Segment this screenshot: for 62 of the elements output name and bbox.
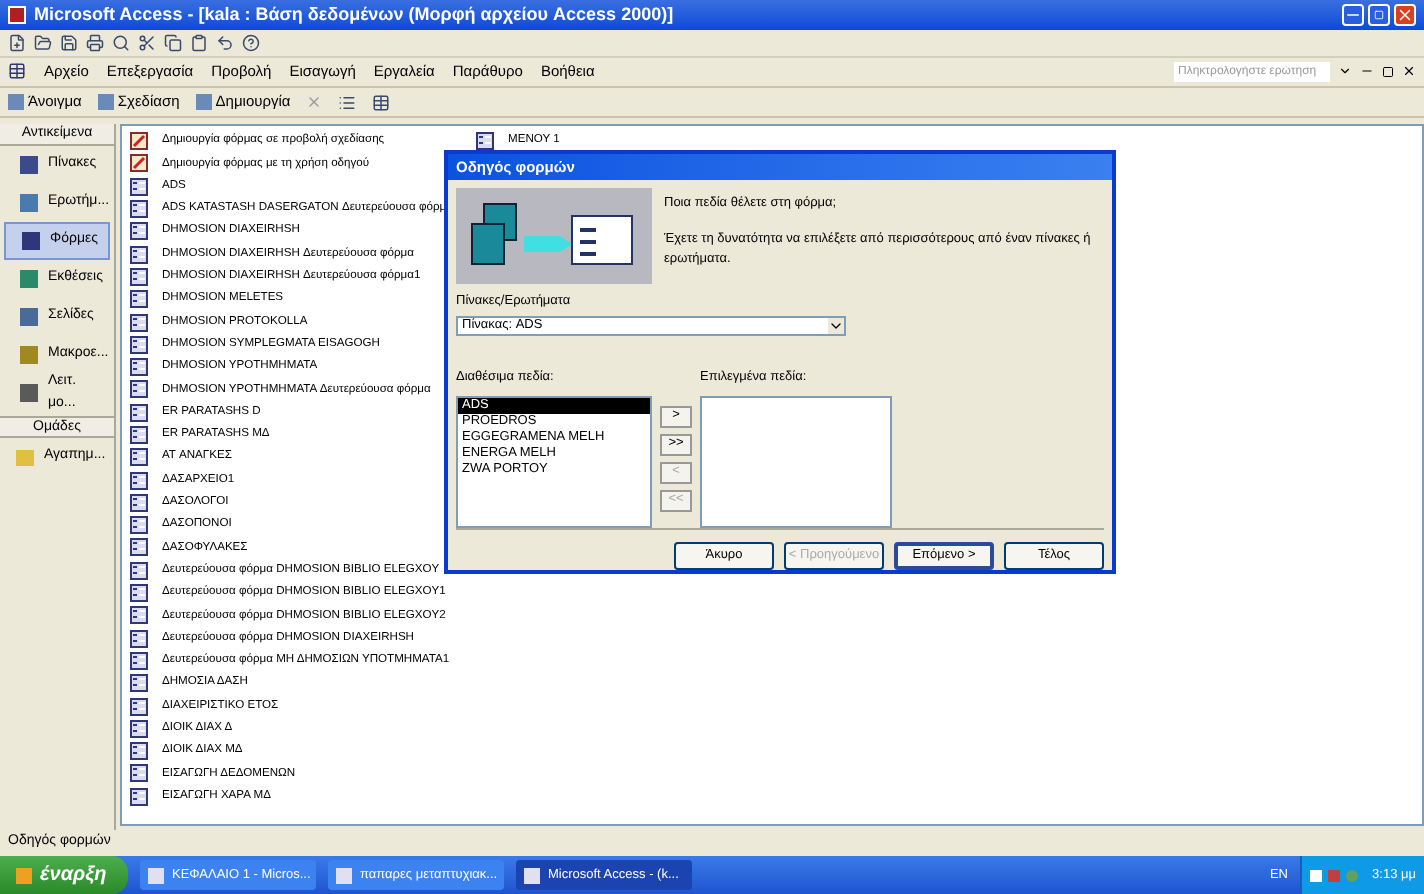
wand-form-icon [130, 154, 148, 173]
object-type-icon [20, 346, 38, 364]
list-view-icon[interactable] [338, 93, 357, 111]
object-type-icon [20, 194, 38, 212]
help-icon[interactable] [242, 34, 260, 52]
object-type-icon [20, 384, 38, 402]
restore-button[interactable] [1368, 4, 1390, 26]
object-type-icon [20, 308, 38, 326]
form-icon [130, 177, 148, 196]
form-icon [130, 787, 148, 806]
new-file-icon[interactable] [8, 34, 26, 52]
folder-icon[interactable] [34, 34, 52, 52]
form-icon [130, 290, 148, 309]
object-type-icon [20, 156, 38, 174]
close-button[interactable] [1394, 4, 1416, 26]
form-icon [130, 267, 148, 286]
save-icon[interactable] [60, 34, 78, 52]
form-icon [130, 538, 148, 557]
undo-icon[interactable] [216, 34, 234, 52]
copy-icon[interactable] [164, 34, 182, 52]
object-type-icon [22, 232, 40, 250]
object-type-icon [20, 270, 38, 288]
form-icon [130, 493, 148, 512]
close-icon[interactable] [1402, 64, 1416, 78]
minimize-icon[interactable] [1360, 64, 1374, 78]
form-icon [130, 742, 148, 761]
form-icon [130, 719, 148, 738]
form-icon [130, 561, 148, 580]
printer-icon[interactable] [86, 34, 104, 52]
folder-icon [16, 449, 34, 465]
form-icon [130, 697, 148, 716]
form-icon [130, 584, 148, 603]
details-view-icon[interactable] [372, 93, 391, 111]
scissors-icon[interactable] [138, 34, 156, 52]
form-icon [130, 471, 148, 490]
form-icon [130, 245, 148, 264]
database-icon [8, 62, 26, 80]
window-title: Microsoft Access - [kala : Βάση δεδομένων (Μορφή αρχείου Access 2000)] [34, 1, 674, 28]
clipboard-icon[interactable] [190, 34, 208, 52]
start-button[interactable]: έναρξη [0, 856, 128, 894]
dropdown-arrow-icon[interactable] [828, 317, 844, 334]
form-icon [130, 403, 148, 422]
form-icon [476, 132, 494, 151]
form-icon [130, 200, 148, 219]
form-icon [130, 516, 148, 535]
form-icon [130, 358, 148, 377]
minimize-button[interactable] [1342, 4, 1364, 26]
form-icon [130, 426, 148, 444]
wand-form-icon [130, 132, 148, 151]
form-icon [130, 764, 148, 783]
form-icon [130, 222, 148, 241]
search-icon[interactable] [112, 34, 130, 52]
form-icon [130, 448, 148, 467]
form-icon [130, 313, 148, 332]
form-icon [130, 651, 148, 670]
form-icon [130, 380, 148, 399]
app-icon [8, 6, 26, 24]
form-icon [130, 606, 148, 625]
form-icon [130, 335, 148, 354]
form-icon [130, 674, 148, 693]
restore-icon[interactable] [1382, 65, 1394, 77]
form-icon [130, 629, 148, 648]
